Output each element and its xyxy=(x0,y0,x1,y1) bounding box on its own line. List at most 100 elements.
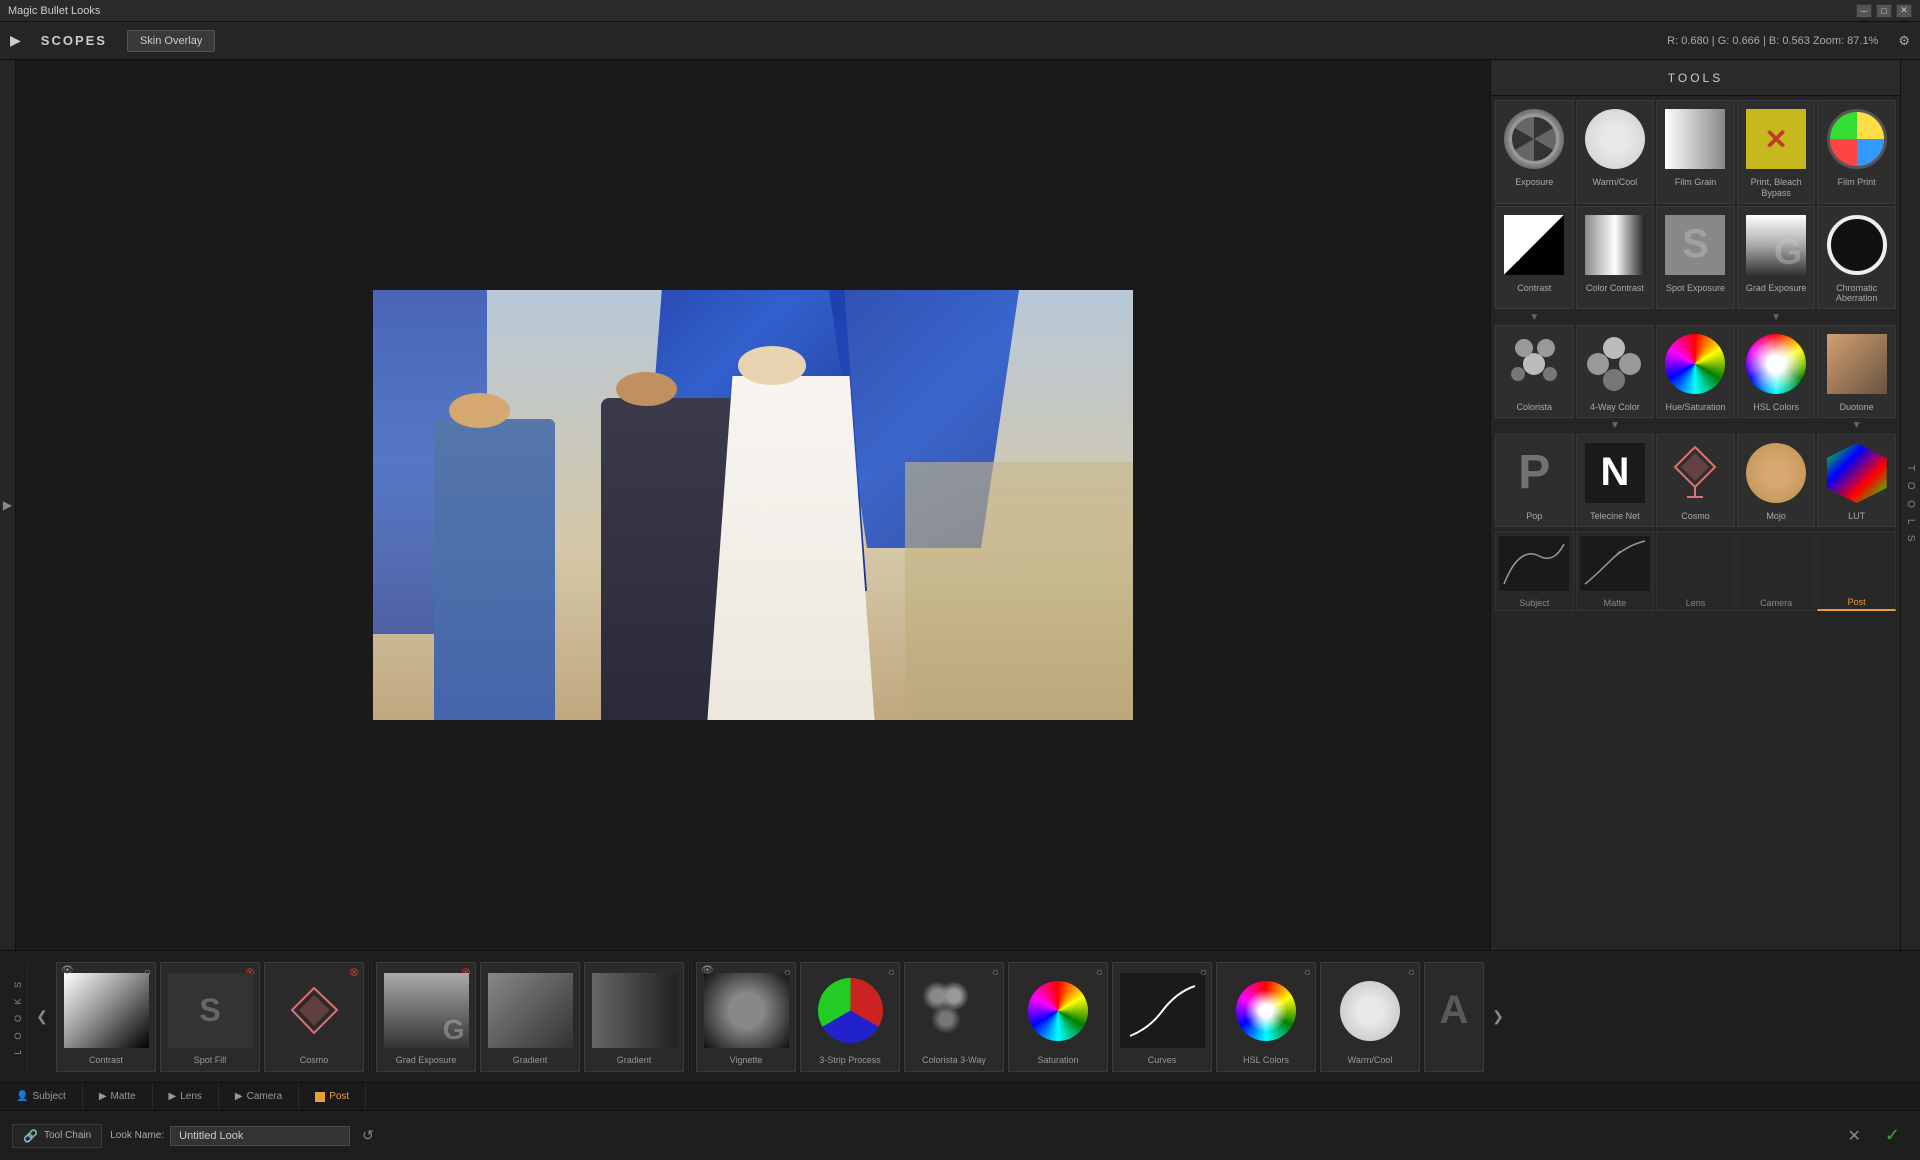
film-close-curves[interactable]: ○ xyxy=(1200,965,1207,979)
topbar: ▶ SCOPES Skin Overlay R: 0.680 | G: 0.66… xyxy=(0,22,1920,60)
tool-4way-color[interactable]: 4-Way Color xyxy=(1576,325,1655,418)
section-tab-lens[interactable]: Lens xyxy=(1656,531,1735,611)
film-item-gradient1[interactable]: Gradient xyxy=(480,962,580,1072)
tool-chromatic-aberration[interactable]: Chromatic Aberration xyxy=(1817,206,1896,310)
camera-tab-label: Camera xyxy=(1758,596,1794,610)
tool-cosmo[interactable]: Cosmo xyxy=(1656,434,1735,527)
film-item-curves[interactable]: ○ Curves xyxy=(1112,962,1212,1072)
section-camera[interactable]: ▶ Camera xyxy=(219,1083,299,1110)
skin-overlay-button[interactable]: Skin Overlay xyxy=(127,30,215,52)
section-tab-post[interactable]: Post xyxy=(1817,531,1896,611)
section-subject[interactable]: 👤 Subject xyxy=(0,1083,83,1110)
section-matte[interactable]: ▶ Matte xyxy=(83,1083,153,1110)
film-close-hsl-colors[interactable]: ○ xyxy=(1304,965,1311,979)
tools-grid: Exposure Warm/Cool Film Grain xyxy=(1491,96,1900,950)
tool-exposure[interactable]: Exposure xyxy=(1495,100,1574,204)
dropdown-row-1: ▼ ▼ xyxy=(1495,311,1896,323)
filmstrip-spacer-2 xyxy=(688,962,692,1072)
dropdown-arrow-3[interactable]: ▼ xyxy=(1610,420,1620,431)
film-item-gradient2[interactable]: Gradient xyxy=(584,962,684,1072)
film-close-3strip[interactable]: ○ xyxy=(888,965,895,979)
film-item-hsl-colors[interactable]: ○ HSL Colors xyxy=(1216,962,1316,1072)
film-close-warm-cool[interactable]: ○ xyxy=(1408,965,1415,979)
tool-grad-exposure[interactable]: G Grad Exposure xyxy=(1737,206,1816,310)
nav-arrow[interactable]: ▶ xyxy=(10,32,21,49)
dropdown-arrow-1[interactable]: ▼ xyxy=(1529,312,1539,323)
tool-hue-saturation[interactable]: Hue/Saturation xyxy=(1656,325,1735,418)
right-tools-label[interactable]: T O O L S xyxy=(1900,60,1920,950)
filmstrip-right-arrow[interactable]: ❯ xyxy=(1488,962,1508,1072)
film-label-curves: Curves xyxy=(1148,1055,1177,1065)
film-item-warm-cool[interactable]: ○ Warm/Cool xyxy=(1320,962,1420,1072)
film-eye-contrast[interactable]: 👁 xyxy=(61,965,74,976)
film-item-spot-fill[interactable]: ⊗ S Spot Fill xyxy=(160,962,260,1072)
section-tab-matte[interactable]: Matte xyxy=(1576,531,1655,611)
tool-contrast[interactable]: Contrast xyxy=(1495,206,1574,310)
film-close-cosmo[interactable]: ⊗ xyxy=(349,965,359,979)
confirm-button[interactable]: ✓ xyxy=(1877,1123,1908,1148)
toolchain-area: 🔗 Tool Chain xyxy=(12,1124,102,1148)
lookname-input[interactable] xyxy=(170,1126,350,1146)
film-label-cosmo: Cosmo xyxy=(300,1055,329,1065)
film-label-hsl-colors: HSL Colors xyxy=(1243,1055,1289,1065)
tool-mojo[interactable]: Mojo xyxy=(1737,434,1816,527)
titlebar-title: Magic Bullet Looks xyxy=(8,5,100,17)
film-close-vignette[interactable]: ○ xyxy=(784,965,791,979)
filmstrip-left-arrow[interactable]: ❮ xyxy=(32,962,52,1072)
titlebar-controls: ─ □ ✕ xyxy=(1856,4,1912,18)
maximize-button[interactable]: □ xyxy=(1876,4,1892,18)
tool-film-print[interactable]: Film Print xyxy=(1817,100,1896,204)
film-eye-vignette[interactable]: 👁 xyxy=(701,965,714,976)
film-item-a[interactable]: A xyxy=(1424,962,1484,1072)
camera-section-label: Camera xyxy=(247,1091,283,1102)
tool-warm-cool[interactable]: Warm/Cool xyxy=(1576,100,1655,204)
filmstrip-spacer-1 xyxy=(368,962,372,1072)
reset-button[interactable]: ↺ xyxy=(356,1125,380,1146)
tool-color-contrast[interactable]: Color Contrast xyxy=(1576,206,1655,310)
film-item-saturation[interactable]: ○ Saturation xyxy=(1008,962,1108,1072)
film-label-warm-cool: Warm/Cool xyxy=(1348,1055,1393,1065)
film-close-saturation[interactable]: ○ xyxy=(1096,965,1103,979)
left-collapse-arrow[interactable]: ▶ xyxy=(0,60,16,950)
tools-panel: TOOLS Exposure Warm/Cool xyxy=(1490,60,1900,950)
subject-section-icon: 👤 xyxy=(16,1091,28,1102)
film-item-contrast[interactable]: 👁 ○ Contrast xyxy=(56,962,156,1072)
section-tab-subject[interactable]: Subject xyxy=(1495,531,1574,611)
section-lens[interactable]: ▶ Lens xyxy=(153,1083,219,1110)
subject-tab-label: Subject xyxy=(1517,596,1551,610)
tool-colorista[interactable]: Colorista xyxy=(1495,325,1574,418)
tool-lut[interactable]: LUT xyxy=(1817,434,1896,527)
section-post[interactable]: Post xyxy=(299,1083,366,1110)
film-item-3strip[interactable]: ○ 3-Strip Process xyxy=(800,962,900,1072)
tool-print-bleach[interactable]: ✕ Print, Bleach Bypass xyxy=(1737,100,1816,204)
section-tab-camera[interactable]: Camera xyxy=(1737,531,1816,611)
close-button-bottom[interactable]: ✕ xyxy=(1840,1124,1869,1148)
tool-duotone[interactable]: Duotone xyxy=(1817,325,1896,418)
close-button[interactable]: ✕ xyxy=(1896,4,1912,18)
tool-spot-exposure[interactable]: S Spot Exposure xyxy=(1656,206,1735,310)
dropdown-arrow-2[interactable]: ▼ xyxy=(1771,312,1781,323)
film-close-colorista3way[interactable]: ○ xyxy=(992,965,999,979)
film-item-grad-exposure[interactable]: ⊗ G Grad Exposure xyxy=(376,962,476,1072)
film-label-contrast: Contrast xyxy=(89,1055,123,1065)
matte-tab-label: Matte xyxy=(1602,596,1629,610)
titlebar: Magic Bullet Looks ─ □ ✕ xyxy=(0,0,1920,22)
minimize-button[interactable]: ─ xyxy=(1856,4,1872,18)
film-close-contrast[interactable]: ○ xyxy=(144,965,151,979)
tool-hsl-colors[interactable]: HSL Colors xyxy=(1737,325,1816,418)
settings-icon[interactable]: ⚙ xyxy=(1898,33,1910,49)
film-item-cosmo[interactable]: ⊗ Cosmo xyxy=(264,962,364,1072)
dropdown-arrow-4[interactable]: ▼ xyxy=(1852,420,1862,431)
section-labels-bar: 👤 Subject ▶ Matte ▶ Lens ▶ Camera Post xyxy=(0,1082,1920,1110)
tool-pop[interactable]: P Pop xyxy=(1495,434,1574,527)
subject-section-label: Subject xyxy=(32,1091,65,1102)
preview-image xyxy=(373,290,1133,720)
post-section-icon xyxy=(315,1092,325,1102)
color-info: R: 0.680 | G: 0.666 | B: 0.563 Zoom: 87.… xyxy=(1667,35,1878,47)
tool-telecine-net[interactable]: N Telecine Net xyxy=(1576,434,1655,527)
section-tabs-area: Subject Matte Lens xyxy=(1495,531,1896,611)
film-item-vignette[interactable]: 👁 ○ Vignette xyxy=(696,962,796,1072)
chain-icon: 🔗 xyxy=(23,1129,38,1143)
tool-film-grain[interactable]: Film Grain xyxy=(1656,100,1735,204)
film-item-colorista3way[interactable]: ○ Colorista 3-Way xyxy=(904,962,1004,1072)
